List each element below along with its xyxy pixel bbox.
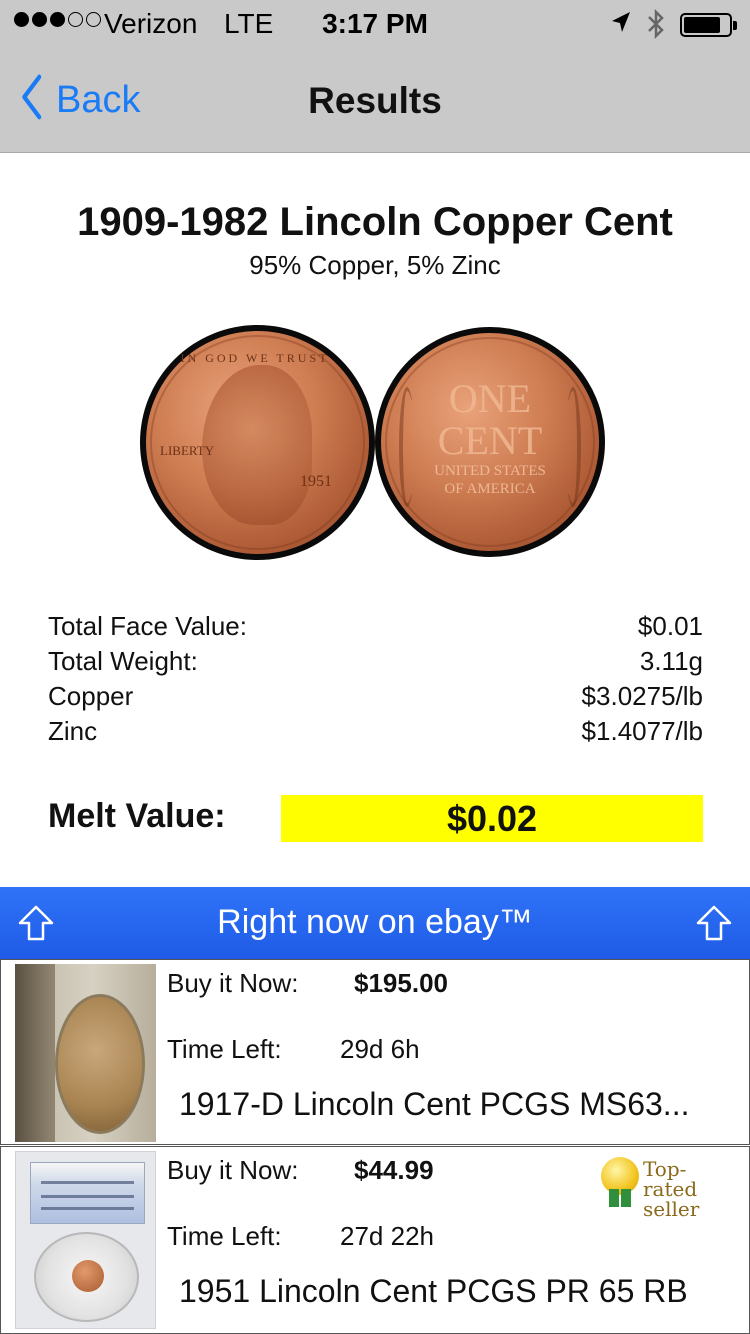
- time-left-label: Time Left:: [167, 1034, 282, 1064]
- coin-reverse-america: OF AMERICA: [444, 481, 536, 497]
- stat-row: Total Weight: 3.11g: [48, 644, 703, 679]
- stat-row: Zinc $1.4077/lb: [48, 714, 703, 749]
- ebay-header-bar[interactable]: Right now on ebay™: [0, 887, 750, 959]
- stat-row: Total Face Value: $0.01: [48, 609, 703, 644]
- top-bar: Verizon LTE 3:17 PM Back Results: [0, 0, 750, 153]
- coin-composition: 95% Copper, 5% Zinc: [249, 250, 501, 280]
- coin-reverse-united-states: UNITED STATES: [434, 463, 546, 479]
- badge-text-line1: Top-rated: [643, 1157, 698, 1201]
- stat-value: 3.11g: [639, 646, 703, 676]
- ebay-listing[interactable]: Buy it Now: $44.99 Top-rated seller Time…: [0, 1146, 750, 1334]
- listing-thumbnail[interactable]: [15, 964, 156, 1142]
- coin-year: 1951: [300, 473, 332, 490]
- listing-title[interactable]: 1917-D Lincoln Cent PCGS MS63...: [179, 1086, 739, 1123]
- stat-label: Zinc: [48, 716, 98, 746]
- stat-value: $0.01: [637, 611, 703, 641]
- stat-value: $3.0275/lb: [581, 681, 703, 711]
- listing-price: $44.99: [354, 1155, 434, 1185]
- listing-price: $195.00: [354, 968, 448, 998]
- navigation-bar: Back Results: [0, 50, 750, 153]
- badge-text-line2: seller: [643, 1197, 700, 1221]
- listing-thumbnail[interactable]: [15, 1151, 156, 1329]
- page-title: Results: [308, 80, 442, 121]
- bluetooth-icon: [646, 8, 666, 47]
- stat-row: Copper $3.0275/lb: [48, 679, 703, 714]
- ebay-listing[interactable]: Buy it Now: $195.00 Time Left: 29d 6h 19…: [0, 959, 750, 1145]
- coin-reverse-cent: CENT: [437, 418, 543, 463]
- coin-images: IN GOD WE TRUST LIBERTY 1951 ONE CENT UN…: [140, 325, 610, 560]
- listing-title[interactable]: 1951 Lincoln Cent PCGS PR 65 RB: [179, 1273, 739, 1310]
- coin-reverse-image: ONE CENT UNITED STATES OF AMERICA: [375, 327, 605, 557]
- stat-label: Total Weight:: [48, 646, 198, 676]
- melt-value-label: Melt Value:: [48, 797, 226, 835]
- listing-time-left: 29d 6h: [340, 1034, 420, 1064]
- stat-value: $1.4077/lb: [581, 716, 703, 746]
- status-bar: Verizon LTE 3:17 PM: [0, 0, 750, 50]
- coin-motto: IN GOD WE TRUST: [180, 351, 330, 365]
- time-left-label: Time Left:: [167, 1221, 282, 1251]
- coin-obverse-image: IN GOD WE TRUST LIBERTY 1951: [140, 325, 375, 560]
- ebay-title: Right now on ebay™: [217, 903, 533, 941]
- stat-label: Copper: [48, 681, 134, 711]
- coin-reverse-one: ONE: [448, 376, 532, 421]
- coin-liberty: LIBERTY: [160, 443, 215, 458]
- melt-value-amount: $0.02: [281, 795, 703, 842]
- coin-title: 1909-1982 Lincoln Copper Cent: [77, 200, 673, 244]
- location-arrow-icon: [610, 10, 632, 43]
- battery-icon: [680, 13, 737, 37]
- buy-it-now-label: Buy it Now:: [167, 1155, 299, 1185]
- status-time: 3:17 PM: [322, 8, 428, 39]
- up-arrow-icon[interactable]: [694, 903, 734, 943]
- listing-time-left: 27d 22h: [340, 1221, 434, 1251]
- coin-stats: Total Face Value: $0.01 Total Weight: 3.…: [48, 609, 703, 749]
- melt-value-row: Melt Value: $0.02: [48, 795, 703, 843]
- top-rated-seller-badge-icon: Top-rated seller: [599, 1157, 739, 1219]
- buy-it-now-label: Buy it Now:: [167, 968, 299, 998]
- stat-label: Total Face Value:: [48, 611, 247, 641]
